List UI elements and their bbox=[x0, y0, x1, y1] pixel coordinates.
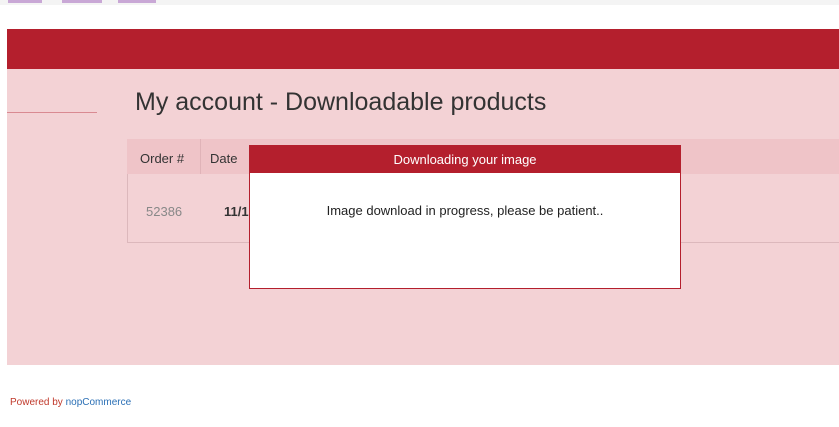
dialog-message: Image download in progress, please be pa… bbox=[326, 203, 604, 218]
top-tab[interactable] bbox=[62, 0, 102, 3]
column-separator bbox=[200, 139, 201, 174]
column-header-date: Date bbox=[210, 151, 238, 166]
header-banner bbox=[7, 29, 839, 69]
powered-by-label: Powered by bbox=[10, 397, 63, 408]
side-divider bbox=[7, 112, 97, 113]
column-header-order: Order # bbox=[140, 151, 185, 166]
download-dialog: Downloading your image Image download in… bbox=[249, 145, 681, 289]
page-title: My account - Downloadable products bbox=[135, 88, 547, 116]
nopcommerce-link[interactable]: nopCommerce bbox=[66, 397, 132, 408]
top-tab[interactable] bbox=[8, 0, 42, 3]
top-tab[interactable] bbox=[118, 0, 156, 3]
order-date-cell: 11/1 bbox=[224, 204, 249, 219]
footer-powered-by: Powered by nopCommerce bbox=[10, 397, 131, 408]
dialog-title: Downloading your image bbox=[250, 146, 680, 173]
order-number-cell[interactable]: 52386 bbox=[146, 204, 182, 219]
